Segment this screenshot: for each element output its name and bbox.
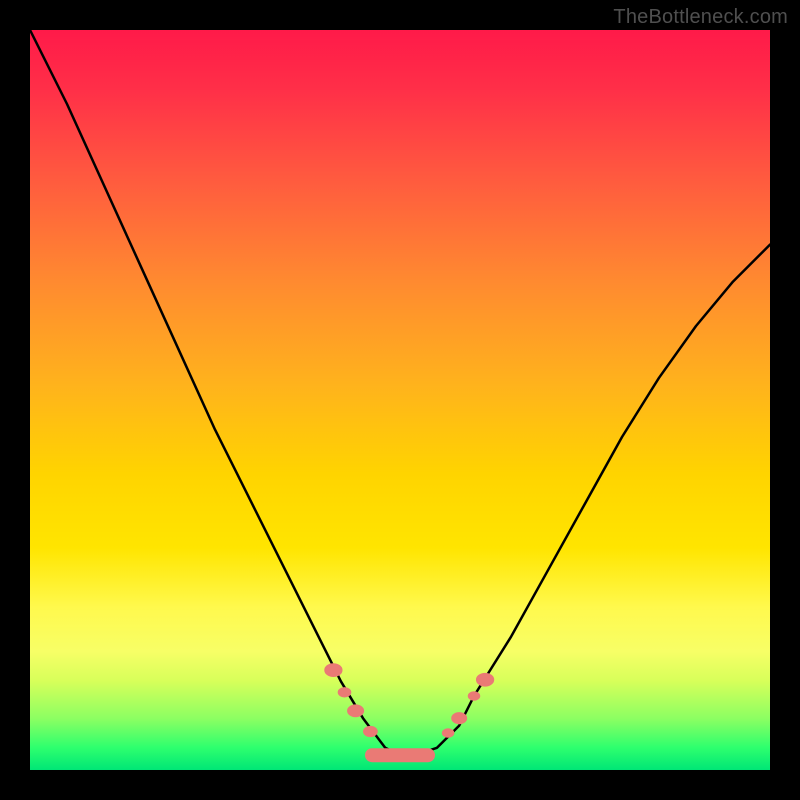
- watermark-text: TheBottleneck.com: [613, 6, 788, 29]
- curve-marker-3: [364, 726, 378, 736]
- curve-marker-5: [442, 729, 454, 738]
- plot-area: [30, 30, 770, 770]
- curve-marker-6: [452, 713, 467, 724]
- curve-svg: [30, 30, 770, 770]
- curve-marker-1: [338, 688, 351, 697]
- curve-marker-8: [476, 673, 493, 686]
- chart-frame: TheBottleneck.com: [0, 0, 800, 800]
- curve-marker-7: [468, 692, 480, 701]
- marker-group: [325, 664, 494, 762]
- curve-marker-2: [348, 705, 364, 717]
- curve-marker-0: [325, 664, 342, 677]
- bottleneck-curve: [30, 30, 770, 755]
- valley-marker: [365, 748, 435, 762]
